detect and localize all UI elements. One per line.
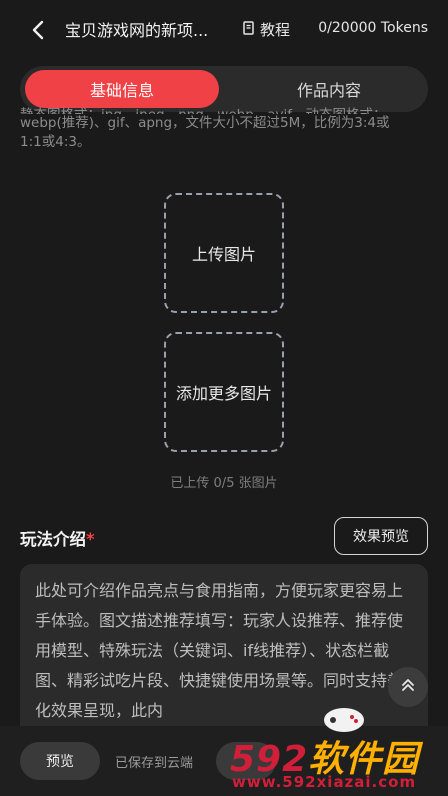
hint-line: webp(推荐)、gif、apng，文件大小不超过5M，比例为3:4或	[20, 115, 390, 131]
header: 宝贝游戏网的新项... 教程 0/20000 Tokens	[0, 0, 448, 58]
hint-line: 静态图格式：jpg、jpeg、png、webp、avif，动态图格式：	[20, 106, 420, 114]
tokens-counter: 0/20000 Tokens	[318, 20, 428, 36]
double-chevron-up-icon	[399, 676, 417, 698]
upload-image-button[interactable]: 上传图片	[164, 193, 284, 313]
effect-preview-button[interactable]: 效果预览	[334, 517, 428, 555]
tab-work-content[interactable]: 作品内容	[234, 70, 424, 108]
preview-button[interactable]: 预览	[20, 742, 100, 780]
tutorial-button[interactable]: 教程	[243, 19, 290, 40]
tab-basic-info[interactable]: 基础信息	[25, 70, 219, 108]
book-icon	[243, 20, 254, 39]
scroll-to-top-button[interactable]	[388, 667, 428, 707]
required-mark: *	[86, 530, 95, 549]
gameplay-section-title: 玩法介绍*	[20, 526, 95, 550]
upload-count: 已上传 0/5 张图片	[170, 476, 278, 491]
tutorial-label: 教程	[260, 21, 291, 39]
upload-format-hint: 静态图格式：jpg、jpeg、png、webp、avif，动态图格式： webp…	[20, 107, 420, 152]
gameplay-title-text: 玩法介绍	[20, 530, 86, 549]
watermark-url: www.592xiazai.com	[232, 773, 417, 791]
page-title: 宝贝游戏网的新项...	[65, 21, 209, 40]
save-status: 已保存到云端	[115, 756, 194, 771]
hint-line: 1:1或4:3。	[20, 134, 91, 150]
watermark-logo: 592软件园 www.592xiazai.com	[222, 708, 448, 796]
back-arrow-icon[interactable]	[28, 19, 50, 41]
add-more-images-button[interactable]: 添加更多图片	[164, 332, 284, 452]
